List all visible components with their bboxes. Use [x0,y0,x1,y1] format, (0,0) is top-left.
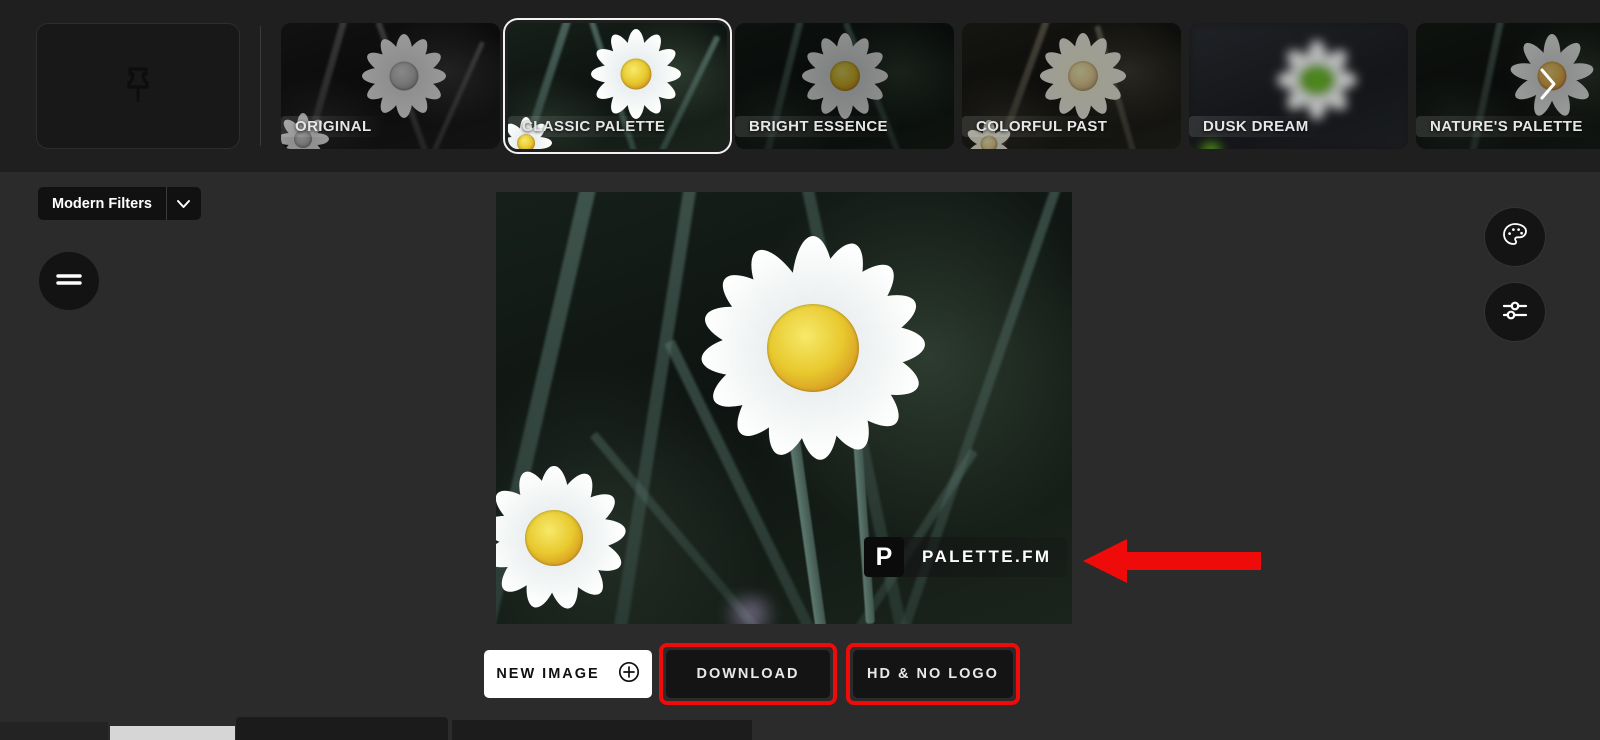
thumbnail-original[interactable]: ORIGINAL [281,23,500,149]
filters-dropdown-label: Modern Filters [52,195,152,212]
filters-dropdown[interactable]: Modern Filters [38,187,201,220]
bottom-edge-shape-left [0,722,108,740]
compare-lines-icon [56,270,82,293]
new-image-label: NEW IMAGE [496,666,600,682]
image-canvas[interactable]: P PALETTE.FM [496,192,1072,624]
hd-no-logo-label: HD & NO LOGO [867,666,999,682]
chevron-right-icon [1537,65,1559,108]
thumbnail-colorful-past[interactable]: COLORFUL PAST [962,23,1181,149]
download-button[interactable]: DOWNLOAD [666,650,830,698]
plus-circle-icon [618,661,640,687]
thumbnail-dusk-dream[interactable]: DUSK DREAM [1189,23,1408,149]
bottom-edge-shape-tab [236,717,448,740]
thumbnail-bright-essence[interactable]: BRIGHT ESSENCE [735,23,954,149]
filter-filmstrip: ORIGINAL CLASSIC PALETTE BRIGHT ESSENCE … [0,0,1600,172]
palette-button[interactable] [1485,208,1545,266]
download-label: DOWNLOAD [696,666,800,682]
action-button-row: NEW IMAGE DOWNLOAD HD & NO LOGO [484,643,1020,705]
pushpin-icon [121,65,155,107]
thumbnail-list: ORIGINAL CLASSIC PALETTE BRIGHT ESSENCE … [281,0,1600,172]
sliders-icon [1501,297,1529,328]
thumbnail-label: CLASSIC PALETTE [508,116,680,137]
compare-button[interactable] [39,252,99,310]
strip-divider [260,26,261,146]
hd-no-logo-highlight-box: HD & NO LOGO [846,643,1020,705]
watermark-text: PALETTE.FM [922,547,1052,566]
watermark-logo-badge: P [864,537,904,577]
adjust-button[interactable] [1485,283,1545,341]
watermark: P PALETTE.FM [864,537,1068,577]
annotation-arrow-left [1083,538,1261,589]
chevron-down-icon[interactable] [167,187,201,220]
thumbnail-label: COLORFUL PAST [962,116,1122,137]
bottom-edge-shape-light [110,726,235,740]
thumbnail-classic-palette[interactable]: CLASSIC PALETTE [503,18,732,154]
filmstrip-next-button[interactable] [1518,0,1578,172]
thumbnail-label: BRIGHT ESSENCE [735,116,902,137]
colorized-photo: P PALETTE.FM [496,192,1072,624]
download-highlight-box: DOWNLOAD [659,643,837,705]
new-image-button[interactable]: NEW IMAGE [484,650,652,698]
bottom-edge-shape-right [452,720,752,740]
pin-slot[interactable] [36,23,240,149]
palette-icon [1501,221,1529,254]
hd-no-logo-button[interactable]: HD & NO LOGO [853,650,1013,698]
thumbnail-label: ORIGINAL [281,116,386,137]
app-root: ORIGINAL CLASSIC PALETTE BRIGHT ESSENCE … [0,0,1600,740]
thumbnail-label: DUSK DREAM [1189,116,1323,137]
